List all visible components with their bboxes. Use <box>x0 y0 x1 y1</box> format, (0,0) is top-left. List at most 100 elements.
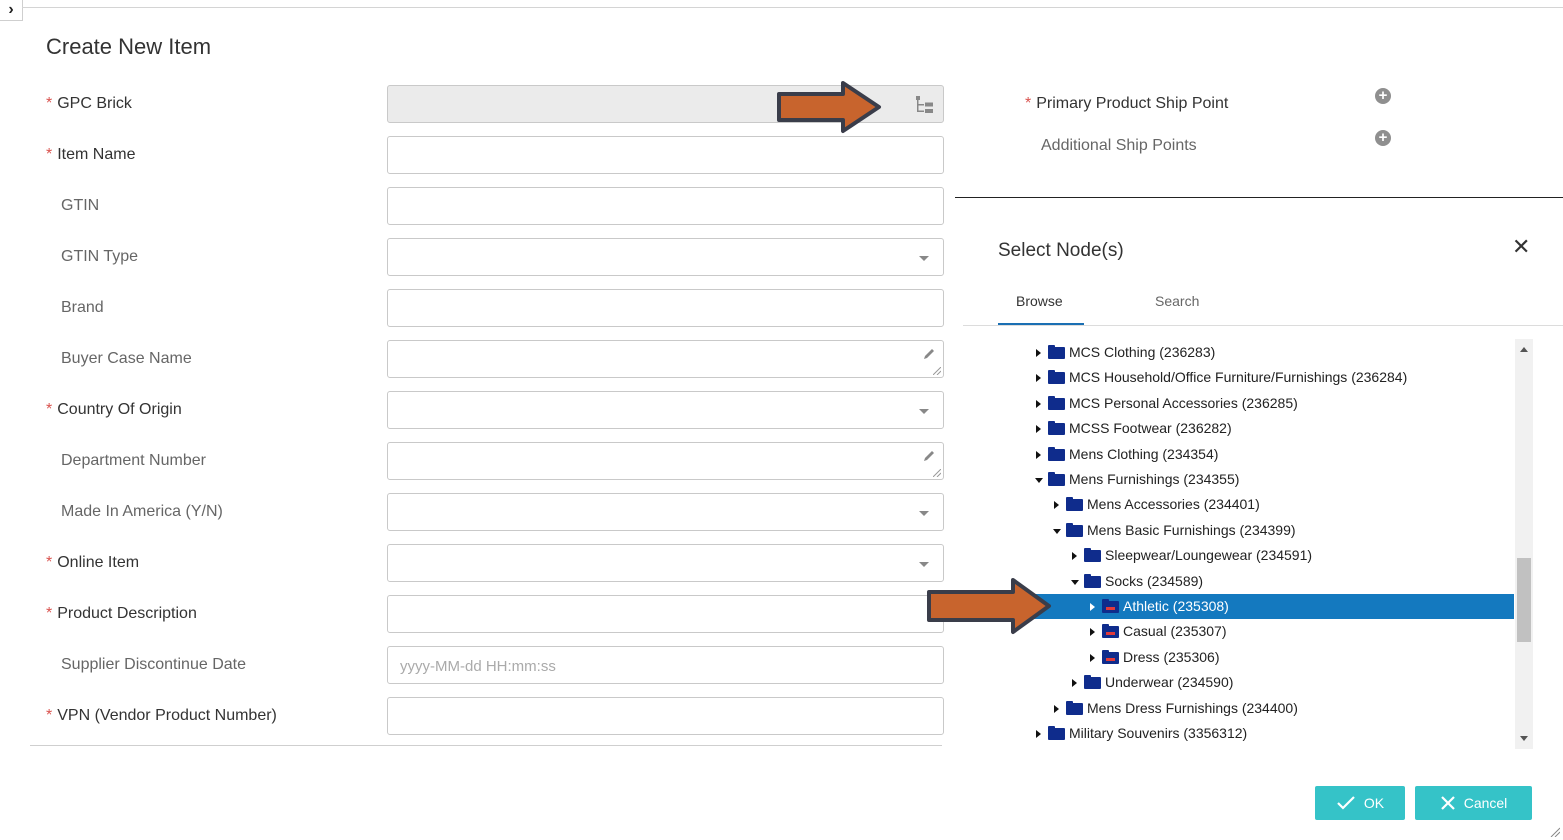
resize-grip-icon[interactable] <box>933 367 941 375</box>
tree-node[interactable]: Socks (234589) <box>1020 569 1514 594</box>
dialog-top-border <box>955 197 1563 198</box>
tree-node[interactable]: Underwear (234590) <box>1020 670 1514 695</box>
caret-right-icon[interactable] <box>1036 450 1041 459</box>
tree-node[interactable]: MCS Personal Accessories (236285) <box>1020 391 1514 416</box>
brand-input[interactable] <box>387 289 944 327</box>
form-row-country-of-origin: * Country Of Origin <box>0 391 950 431</box>
tree-node[interactable]: Military Souvenirs (3356312) <box>1020 721 1514 746</box>
tree-node[interactable]: Dress (235306) <box>1020 645 1514 670</box>
close-dialog-button[interactable]: ✕ <box>1512 234 1530 260</box>
product-description-label: * Product Description <box>46 605 197 622</box>
ok-button-label: OK <box>1363 795 1385 811</box>
tree-node-label: MCS Household/Office Furniture/Furnishin… <box>1069 369 1408 386</box>
department-number-label: Department Number <box>61 452 206 469</box>
tree-node[interactable]: Mens Clothing (234354) <box>1020 442 1514 467</box>
tree-node-label: Mens Basic Furnishings (234399) <box>1087 521 1296 538</box>
vpn-input[interactable] <box>387 697 944 735</box>
tree-view-icon[interactable] <box>913 94 935 116</box>
scrollbar-thumb[interactable] <box>1517 558 1531 642</box>
caret-right-icon[interactable] <box>1036 374 1041 383</box>
chevron-down-icon <box>919 256 929 261</box>
scroll-down-icon[interactable] <box>1520 736 1528 741</box>
tree-node-label: MCSS Footwear (236282) <box>1069 420 1232 437</box>
form-row-online-item: * Online Item <box>0 544 950 584</box>
caret-right-icon[interactable] <box>1036 425 1041 434</box>
form-row-made-in-america: Made In America (Y/N) <box>0 493 950 533</box>
caret-right-icon[interactable] <box>1090 628 1095 637</box>
resize-grip-icon[interactable] <box>933 469 941 477</box>
caret-down-icon[interactable] <box>1071 579 1079 585</box>
country-of-origin-label: * Country Of Origin <box>46 401 182 418</box>
gtin-label: GTIN <box>61 197 100 214</box>
caret-down-icon[interactable] <box>1053 528 1061 534</box>
resize-grip-icon[interactable] <box>1549 826 1560 837</box>
additional-ship-points-label: Additional Ship Points <box>1041 137 1197 154</box>
tabs-divider <box>963 325 1563 326</box>
gtin-type-select[interactable] <box>387 238 944 276</box>
dialog-title: Select Node(s) <box>998 240 1124 261</box>
tree-node[interactable]: Athletic (235308) <box>1020 594 1514 619</box>
add-additional-ship-point-button[interactable]: + <box>1375 130 1391 146</box>
tree-node-label: MCS Personal Accessories (236285) <box>1069 394 1298 411</box>
required-marker: * <box>46 554 53 571</box>
department-number-textarea[interactable] <box>387 442 944 480</box>
tree-node[interactable]: Mens Furnishings (234355) <box>1020 467 1514 492</box>
add-primary-ship-point-button[interactable]: + <box>1375 88 1391 104</box>
gpc-brick-label: * GPC Brick <box>46 95 132 112</box>
tree-scrollbar[interactable] <box>1515 339 1533 749</box>
caret-right-icon[interactable] <box>1036 349 1041 357</box>
tree-node[interactable]: MCS Clothing (236283) <box>1020 340 1514 365</box>
required-marker: * <box>46 605 53 622</box>
tab-search[interactable]: Search <box>1155 293 1199 309</box>
ok-button[interactable]: OK <box>1315 786 1405 820</box>
gtin-input[interactable] <box>387 187 944 225</box>
collapse-panel-button[interactable]: › <box>0 0 23 21</box>
buyer-case-name-label: Buyer Case Name <box>61 350 192 367</box>
folder-icon <box>1084 573 1101 588</box>
pencil-icon <box>924 349 934 359</box>
folder-icon <box>1048 421 1065 436</box>
plus-icon: + <box>1378 87 1388 104</box>
tree-node[interactable]: Sleepwear/Loungewear (234591) <box>1020 543 1514 568</box>
folder-icon <box>1084 675 1101 690</box>
tree-node-label: MCS Clothing (236283) <box>1069 344 1216 360</box>
chevron-down-icon <box>919 562 929 567</box>
tab-browse[interactable]: Browse <box>1016 293 1063 309</box>
leaf-folder-icon <box>1102 649 1119 664</box>
folder-icon <box>1066 522 1083 537</box>
item-name-input[interactable] <box>387 136 944 174</box>
folder-icon <box>1084 548 1101 563</box>
caret-right-icon[interactable] <box>1072 679 1077 688</box>
caret-right-icon[interactable] <box>1054 704 1059 713</box>
tree-node-label: Military Souvenirs (3356312) <box>1069 725 1248 741</box>
scroll-up-icon[interactable] <box>1520 347 1528 352</box>
caret-right-icon[interactable] <box>1072 552 1077 561</box>
supplier-discontinue-date-input[interactable]: yyyy-MM-dd HH:mm:ss <box>387 646 944 684</box>
close-icon <box>1440 796 1455 810</box>
folder-icon <box>1048 472 1065 486</box>
form-row-buyer-case-name: Buyer Case Name <box>0 340 950 380</box>
caret-down-icon[interactable] <box>1035 478 1043 483</box>
buyer-case-name-textarea[interactable] <box>387 340 944 378</box>
tree-node[interactable]: Mens Basic Furnishings (234399) <box>1020 518 1514 543</box>
folder-icon <box>1066 700 1083 715</box>
annotation-arrow-gpc <box>777 81 881 133</box>
online-item-select[interactable] <box>387 544 944 582</box>
caret-right-icon[interactable] <box>1090 653 1095 662</box>
tree-node-label: Dress (235306) <box>1123 648 1220 665</box>
product-description-input[interactable] <box>387 595 944 633</box>
caret-right-icon[interactable] <box>1054 501 1059 510</box>
cancel-button[interactable]: Cancel <box>1415 786 1532 820</box>
caret-right-icon[interactable] <box>1036 399 1041 408</box>
folder-icon <box>1066 497 1083 512</box>
tree-node[interactable]: MCSS Footwear (236282) <box>1020 416 1514 441</box>
tree-node[interactable]: Casual (235307) <box>1020 619 1514 644</box>
tree-node[interactable]: MCS Household/Office Furniture/Furnishin… <box>1020 365 1514 390</box>
tree-node[interactable]: Mens Dress Furnishings (234400) <box>1020 696 1514 721</box>
tree-node-label: Socks (234589) <box>1105 572 1204 589</box>
caret-right-icon[interactable] <box>1090 603 1095 611</box>
tree-node[interactable]: Mens Accessories (234401) <box>1020 492 1514 517</box>
country-of-origin-select[interactable] <box>387 391 944 429</box>
made-in-america-select[interactable] <box>387 493 944 531</box>
caret-right-icon[interactable] <box>1036 730 1041 738</box>
